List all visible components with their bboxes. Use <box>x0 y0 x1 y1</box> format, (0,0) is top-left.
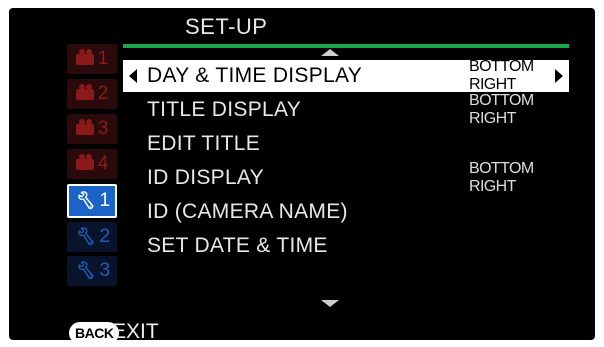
tab-setup-1[interactable]: 🔧︎ 1 <box>67 184 117 218</box>
menu-item-label: TITLE DISPLAY <box>147 98 302 121</box>
tab-number: 2 <box>99 226 111 247</box>
tab-camera-4[interactable]: 4 <box>67 149 117 179</box>
menu-item-title-display[interactable]: TITLE DISPLAY BOTTOM RIGHT <box>123 92 569 127</box>
page-title: SET-UP <box>185 14 268 39</box>
tab-number: 3 <box>99 260 111 281</box>
camera-icon <box>75 153 94 170</box>
camera-icon <box>75 48 94 65</box>
wrench-icon: 🔧︎ <box>73 227 96 246</box>
arrow-left-icon[interactable] <box>129 69 137 83</box>
tab-camera-2[interactable]: 2 <box>67 79 117 109</box>
scroll-down-arrow-icon[interactable] <box>321 300 339 307</box>
tab-setup-3[interactable]: 🔧︎ 3 <box>67 256 117 286</box>
tab-camera-1[interactable]: 1 <box>67 44 117 74</box>
tab-setup-2[interactable]: 🔧︎ 2 <box>67 222 117 252</box>
wrench-icon: 🔧︎ <box>73 191 96 210</box>
menu-item-value: BOTTOM RIGHT <box>469 92 534 127</box>
tab-number: 4 <box>97 153 109 174</box>
tab-number: 1 <box>97 48 109 69</box>
menu-item-value: BOTTOM RIGHT <box>469 160 534 195</box>
camera-icon <box>75 118 94 135</box>
wrench-icon: 🔧︎ <box>73 261 96 280</box>
menu-item-value: BOTTOM RIGHT <box>469 58 534 93</box>
title-divider <box>123 44 569 48</box>
menu-item-label: ID (CAMERA NAME) <box>147 200 348 223</box>
menu-screen: SET-UP 1 2 3 4 🔧︎ 1 🔧︎ 2 🔧︎ 3 DAY & TIME… <box>9 8 595 340</box>
menu-item-edit-title[interactable]: EDIT TITLE <box>123 128 569 160</box>
camera-icon <box>75 83 94 100</box>
menu-item-label: SET DATE & TIME <box>147 234 328 257</box>
tab-number: 3 <box>97 118 109 139</box>
menu-item-label: ID DISPLAY <box>147 166 264 189</box>
exit-label: EXIT <box>112 320 159 340</box>
menu-item-id-display[interactable]: ID DISPLAY BOTTOM RIGHT <box>123 160 569 195</box>
menu-item-id-camera-name[interactable]: ID (CAMERA NAME) <box>123 196 569 228</box>
menu-item-day-time-display[interactable]: DAY & TIME DISPLAY BOTTOM RIGHT <box>123 58 569 93</box>
menu-item-set-date-time[interactable]: SET DATE & TIME <box>123 230 569 262</box>
scroll-up-arrow-icon[interactable] <box>321 49 339 56</box>
arrow-right-icon[interactable] <box>555 69 563 83</box>
menu-item-label: DAY & TIME DISPLAY <box>147 64 363 87</box>
tab-number: 2 <box>97 83 109 104</box>
menu-item-label: EDIT TITLE <box>147 132 261 155</box>
tab-camera-3[interactable]: 3 <box>67 114 117 144</box>
tab-number: 1 <box>99 190 111 211</box>
